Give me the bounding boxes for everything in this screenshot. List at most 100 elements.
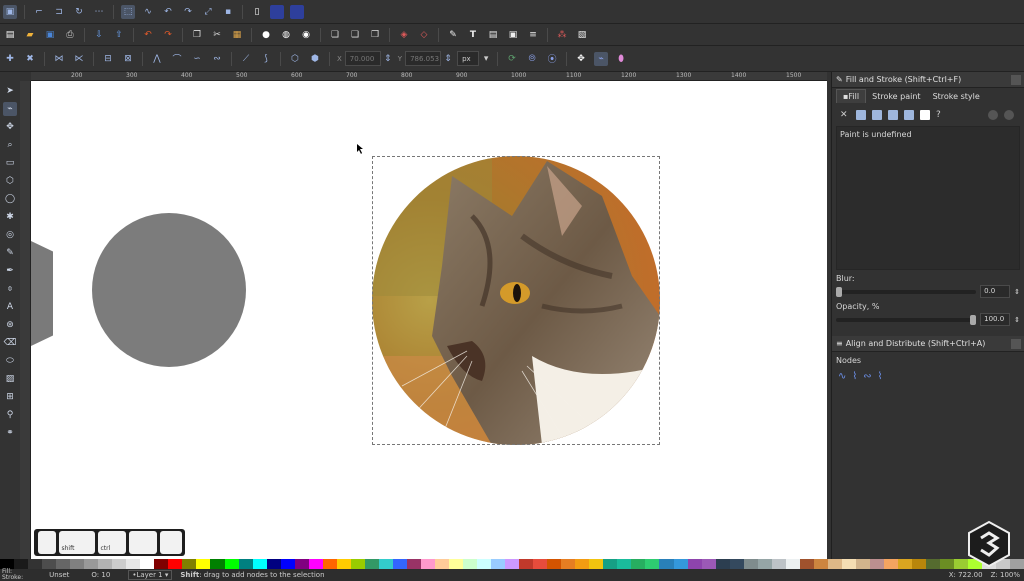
print-icon[interactable]: ⎙ (63, 28, 77, 42)
palette-swatch[interactable] (940, 559, 955, 569)
tab-stroke-paint[interactable]: Stroke paint (866, 90, 926, 103)
unit-select[interactable]: px (457, 51, 480, 66)
insert-node-icon[interactable]: ✚ (3, 52, 17, 66)
palette-swatch[interactable] (392, 559, 407, 569)
view-mode-alt-icon[interactable] (290, 4, 304, 19)
smooth-node-icon[interactable]: ⌒ (170, 52, 184, 66)
palette-swatch[interactable] (336, 559, 351, 569)
palette-swatch[interactable] (238, 559, 253, 569)
palette-swatch[interactable] (841, 559, 856, 569)
palette-swatch[interactable] (898, 559, 913, 569)
linear-gradient-icon[interactable] (872, 110, 882, 120)
paste-icon[interactable]: ▦ (230, 28, 244, 42)
palette-swatch[interactable] (589, 559, 604, 569)
palette-swatch[interactable] (154, 559, 169, 569)
fill-rule-evenodd-icon[interactable] (988, 110, 998, 120)
palette-swatch[interactable] (701, 559, 716, 569)
palette-swatch[interactable] (533, 559, 548, 569)
object-properties-icon[interactable]: ▣ (506, 28, 520, 42)
y-stepper-icon[interactable]: ⇕ (444, 52, 452, 66)
palette-swatch[interactable] (603, 559, 618, 569)
zoom-drawing-icon[interactable]: ◍ (279, 28, 293, 42)
lpe-icon[interactable]: ⦿ (545, 52, 559, 66)
opacity-stepper-icon[interactable]: ⇕ (1014, 316, 1020, 324)
palette-swatch[interactable] (561, 559, 576, 569)
radial-gradient-icon[interactable] (888, 110, 898, 120)
rotate-icon[interactable]: ↻ (72, 5, 86, 19)
palette-swatch[interactable] (505, 559, 520, 569)
palette-swatch[interactable] (729, 559, 744, 569)
distribute-nodes-horizontal-icon[interactable]: ∾ (863, 371, 871, 382)
palette-swatch[interactable] (182, 559, 197, 569)
palette-swatch[interactable] (210, 559, 225, 569)
palette-swatch[interactable] (434, 559, 449, 569)
palette-swatch[interactable] (883, 559, 898, 569)
flat-color-icon[interactable] (856, 110, 866, 120)
chevron-down-icon[interactable]: ▾ (482, 52, 490, 66)
palette-swatch[interactable] (449, 559, 464, 569)
palette-swatch[interactable] (42, 559, 57, 569)
palette-swatch[interactable] (322, 559, 337, 569)
unlink-clone-icon[interactable]: ❒ (368, 28, 382, 42)
palette-swatch[interactable] (98, 559, 113, 569)
transform-icon[interactable]: ⌐ (32, 5, 46, 19)
save-document-icon[interactable]: ▣ (43, 28, 57, 42)
palette-swatch[interactable] (308, 559, 323, 569)
delete-segment-icon[interactable]: ⊠ (121, 52, 135, 66)
mesh-gradient-icon[interactable] (904, 110, 914, 120)
ellipse-tool-icon[interactable]: ◯ (3, 192, 17, 206)
gradient-tool-icon[interactable]: ▨ (3, 372, 17, 386)
import-icon[interactable]: ⇩ (92, 28, 106, 42)
copy-icon[interactable]: ❐ (190, 28, 204, 42)
zoom-page-icon[interactable]: ◉ (299, 28, 313, 42)
select-icon[interactable]: ▣ (3, 4, 17, 19)
palette-swatch[interactable] (785, 559, 800, 569)
palette-swatch[interactable] (715, 559, 730, 569)
palette-swatch[interactable] (827, 559, 842, 569)
zoom-selection-icon[interactable]: ● (259, 28, 273, 42)
calligraphy-tool-icon[interactable]: ⌽ (3, 282, 17, 296)
group-icon[interactable]: ◈ (397, 28, 411, 42)
duplicate-icon[interactable]: ❏ (328, 28, 342, 42)
pattern-icon[interactable] (920, 110, 930, 120)
opacity-slider[interactable] (836, 314, 977, 325)
save-icon[interactable]: ▪ (221, 5, 235, 19)
skew-icon[interactable]: ⋯ (92, 5, 106, 19)
preferences-icon[interactable]: ▧ (575, 28, 589, 42)
show-transform-handles-icon[interactable]: ✥ (574, 52, 588, 66)
blur-value-field[interactable]: 0.0 (980, 285, 1011, 298)
palette-swatch[interactable] (743, 559, 758, 569)
spiral-tool-icon[interactable]: ◎ (3, 228, 17, 242)
palette-swatch[interactable] (926, 559, 941, 569)
palette-swatch[interactable] (645, 559, 660, 569)
clip-path-icon[interactable]: ⟳ (505, 52, 519, 66)
zoom-tool-icon[interactable]: ⌕ (3, 138, 17, 152)
tab-fill[interactable]: ▪Fill (836, 89, 867, 103)
pen-tool-icon[interactable]: ✒ (3, 264, 17, 278)
palette-swatch[interactable] (280, 559, 295, 569)
palette-swatch[interactable] (491, 559, 506, 569)
palette-swatch[interactable] (799, 559, 814, 569)
palette-swatch[interactable] (364, 559, 379, 569)
break-path-icon[interactable]: ⋉ (72, 52, 86, 66)
export-icon[interactable]: ⇧ (112, 28, 126, 42)
drawing-canvas[interactable] (31, 81, 827, 559)
symmetric-node-icon[interactable]: ∽ (190, 52, 204, 66)
xml-editor-icon[interactable]: ▤ (486, 28, 500, 42)
layer-select[interactable]: •Layer 1 ▾ (128, 570, 173, 580)
opacity-value[interactable]: 10 (101, 571, 110, 579)
palette-swatch[interactable] (617, 559, 632, 569)
y-coordinate-field[interactable]: 786.053 (405, 51, 442, 66)
palette-swatch[interactable] (757, 559, 772, 569)
selector-tool-icon[interactable]: ➤ (3, 84, 17, 98)
pencil-tool-icon[interactable]: ✎ (3, 246, 17, 260)
undo-icon[interactable]: ↶ (161, 5, 175, 19)
palette-swatch[interactable] (196, 559, 211, 569)
clone-icon[interactable]: ❑ (348, 28, 362, 42)
palette-swatch[interactable] (126, 559, 141, 569)
palette-swatch[interactable] (406, 559, 421, 569)
curve-icon[interactable]: ∿ (141, 5, 155, 19)
delete-node-icon[interactable]: ✖ (23, 52, 37, 66)
show-outline-icon[interactable]: ⬮ (614, 52, 628, 66)
dropper-tool-icon[interactable]: ⚲ (3, 408, 17, 422)
